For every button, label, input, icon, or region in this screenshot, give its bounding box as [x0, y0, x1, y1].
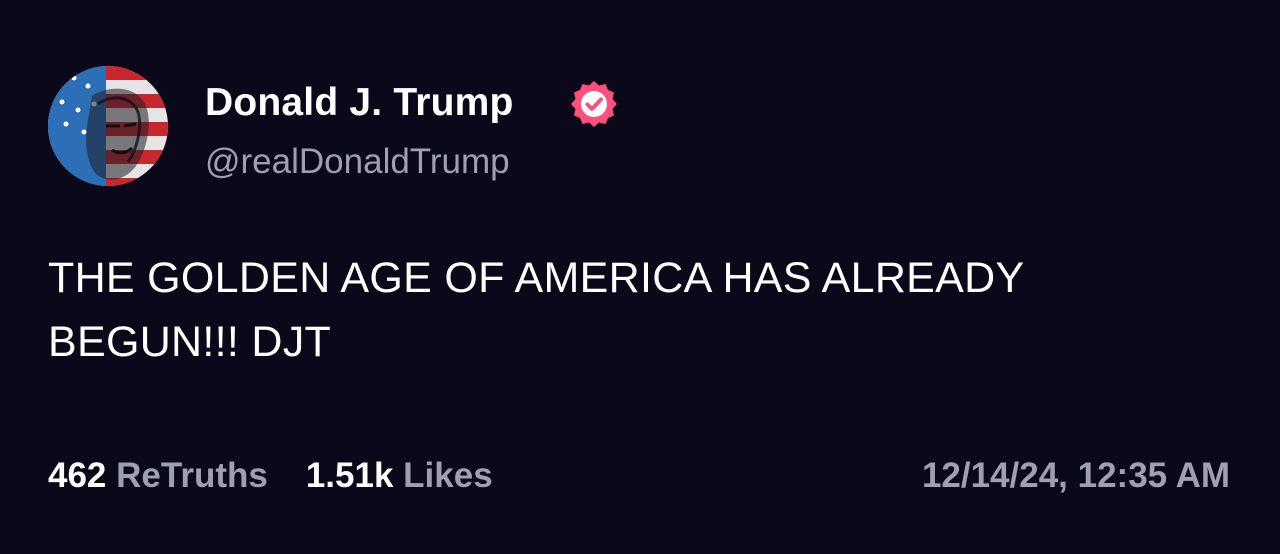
- post-body: THE GOLDEN AGE OF AMERICA HAS ALREADY BE…: [48, 246, 1228, 374]
- likes-label: Likes: [403, 456, 493, 495]
- author-handle[interactable]: @realDonaldTrump: [205, 140, 510, 184]
- author-display-name[interactable]: Donald J. Trump: [205, 78, 514, 128]
- avatar[interactable]: [48, 66, 168, 186]
- retruths-label: ReTruths: [116, 456, 268, 495]
- post-timestamp[interactable]: 12/14/24, 12:35 AM: [922, 452, 1230, 500]
- post-stats: 462 ReTruths 1.51k Likes: [48, 452, 493, 500]
- retruths-stat[interactable]: 462 ReTruths: [48, 452, 268, 500]
- likes-count: 1.51k: [305, 456, 394, 495]
- avatar-portrait-icon: [48, 66, 168, 186]
- retruths-count: 462: [48, 456, 107, 495]
- post-body-line: THE GOLDEN AGE OF AMERICA HAS ALREADY: [48, 254, 1025, 302]
- post-body-line: BEGUN!!! DJT: [48, 318, 332, 366]
- likes-stat[interactable]: 1.51k Likes: [306, 452, 493, 500]
- truth-post: Donald J. Trump @realDonaldTrump THE GOL…: [0, 0, 1280, 554]
- verified-badge-icon: [571, 81, 617, 127]
